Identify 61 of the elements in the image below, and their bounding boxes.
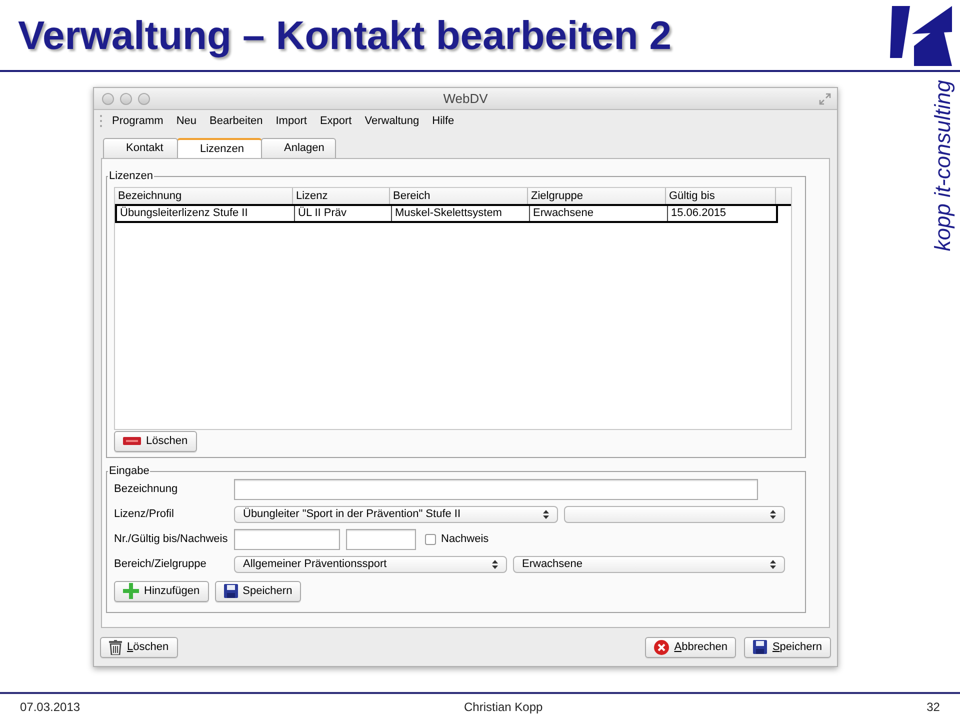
dropdown[interactable]: Erwachsene: [513, 556, 785, 573]
table-cell: ÜL II Präv: [295, 206, 392, 220]
table-cell: Erwachsene: [530, 206, 668, 220]
menu-item[interactable]: Verwaltung: [364, 112, 420, 130]
group-title: Lizenzen: [108, 169, 154, 184]
dropdown[interactable]: [564, 506, 785, 523]
window-control[interactable]: [120, 92, 132, 104]
table-cell: Muskel-Skelettsystem: [392, 206, 530, 220]
cancel-icon: [654, 640, 670, 654]
slide-title: Verwaltung – Kontakt bearbeiten 2: [18, 13, 672, 60]
field-label: Nr./Gültig bis/Nachweis: [114, 532, 229, 548]
tab[interactable]: Lizenzen: [177, 138, 262, 158]
menu-item[interactable]: Programm: [112, 112, 164, 130]
table-row[interactable]: Übungsleiterlizenz Stufe II ÜL II Präv Muskel-Skelettsystem Erwachsene 15.06.2015: [115, 206, 778, 222]
window-control[interactable]: [138, 92, 150, 104]
field-label: Lizenz/Profil: [114, 507, 175, 522]
trash-icon: [109, 640, 122, 654]
field-label: Bezeichnung: [114, 482, 179, 498]
updown-arrows-icon: [543, 510, 549, 519]
updown-arrows-icon: [492, 560, 498, 569]
field-label: Bereich/Zielgruppe: [114, 557, 208, 572]
input-field[interactable]: [234, 529, 340, 550]
tab[interactable]: Kontakt: [103, 138, 178, 158]
checkbox[interactable]: [425, 534, 436, 545]
updown-arrows-icon: [770, 510, 776, 519]
checkbox-label: Nachweis: [441, 532, 489, 548]
column-header[interactable]: Gültig bis: [666, 188, 776, 204]
dropdown[interactable]: Allgemeiner Präventionssport: [234, 556, 507, 573]
menu-item[interactable]: Export: [320, 112, 352, 130]
menu-item[interactable]: Hilfe: [432, 112, 454, 130]
table-cell: Übungsleiterlizenz Stufe II: [117, 206, 295, 220]
column-header[interactable]: Zielgruppe: [528, 188, 666, 204]
menu-item[interactable]: Neu: [176, 112, 197, 130]
page-number: 32: [926, 699, 940, 716]
updown-arrows-icon: [770, 560, 776, 569]
dropdown[interactable]: Übungleiter "Sport in der Prävention" Stufe II: [234, 506, 558, 523]
column-header[interactable]: Bezeichnung: [115, 188, 293, 204]
add-button[interactable]: Hinzufügen: [114, 580, 209, 602]
save-button[interactable]: Speichern: [214, 580, 302, 602]
window-title: WebDV: [443, 90, 488, 108]
k-logo-drawing: [890, 6, 952, 66]
input-field[interactable]: [346, 529, 416, 550]
delete-button[interactable]: Löschen: [100, 636, 178, 658]
save-button[interactable]: Speichern: [744, 636, 831, 658]
menu-item[interactable]: Import: [276, 112, 307, 130]
column-header[interactable]: Bereich: [390, 188, 528, 204]
input-field[interactable]: [234, 479, 758, 500]
window-control[interactable]: [102, 92, 114, 104]
tab[interactable]: Anlagen: [261, 138, 336, 158]
footer-author: Christian Kopp: [464, 699, 543, 716]
cancel-button[interactable]: Abbrechen: [645, 636, 736, 658]
company-name: kopp it-consulting: [932, 80, 954, 252]
minus-icon: [123, 437, 141, 445]
column-header[interactable]: Lizenz: [293, 188, 390, 204]
plus-icon: [123, 583, 139, 599]
footer-date: 07.03.2013: [20, 699, 80, 716]
menu-item[interactable]: Bearbeiten: [210, 112, 263, 130]
group-title: Eingabe: [108, 464, 150, 479]
table-cell-text: 15.06.2015: [670, 206, 728, 220]
resize-icon[interactable]: [819, 92, 831, 104]
delete-button[interactable]: Löschen: [114, 430, 197, 452]
